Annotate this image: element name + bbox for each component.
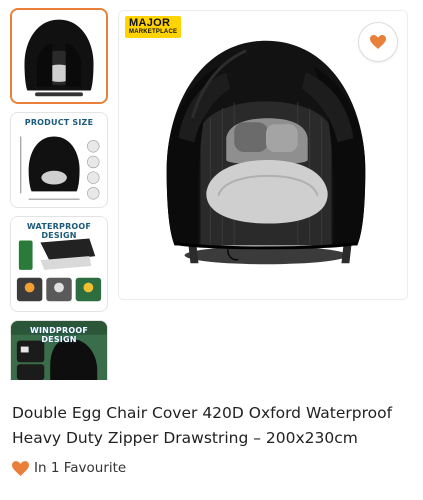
thumbnail-caption: WATERPROOF DESIGN xyxy=(26,222,92,240)
thumbnail-1[interactable] xyxy=(10,8,108,104)
thumbnail-caption: WINDPROOF DESIGN xyxy=(29,326,89,344)
favourites-count: In 1 Favourite xyxy=(12,460,126,476)
thumbnail-caption: PRODUCT SIZE xyxy=(24,118,94,127)
brand-badge: MAJOR MARKETPLACE xyxy=(125,16,182,38)
thumbnail-strip: PRODUCT SIZE WATERPROOF DESIGN WINDPROOF… xyxy=(10,8,108,380)
product-size-thumbnail xyxy=(11,113,107,207)
main-product-image[interactable]: MAJOR MARKETPLACE xyxy=(118,10,408,300)
product-title: Double Egg Chair Cover 420D Oxford Water… xyxy=(12,404,393,447)
thumbnail-4[interactable]: WINDPROOF DESIGN xyxy=(10,320,108,380)
heart-icon xyxy=(370,35,386,49)
thumbnail-2[interactable]: PRODUCT SIZE xyxy=(10,112,108,208)
thumbnail-3[interactable]: WATERPROOF DESIGN xyxy=(10,216,108,312)
favourites-text: In 1 Favourite xyxy=(34,460,127,476)
brand-badge-line2: MARKETPLACE xyxy=(129,29,178,35)
brand-badge-line1: MAJOR xyxy=(129,17,171,29)
egg-chair-cover-thumbnail xyxy=(12,10,106,102)
heart-icon xyxy=(12,460,29,476)
favourite-button[interactable] xyxy=(358,22,398,62)
